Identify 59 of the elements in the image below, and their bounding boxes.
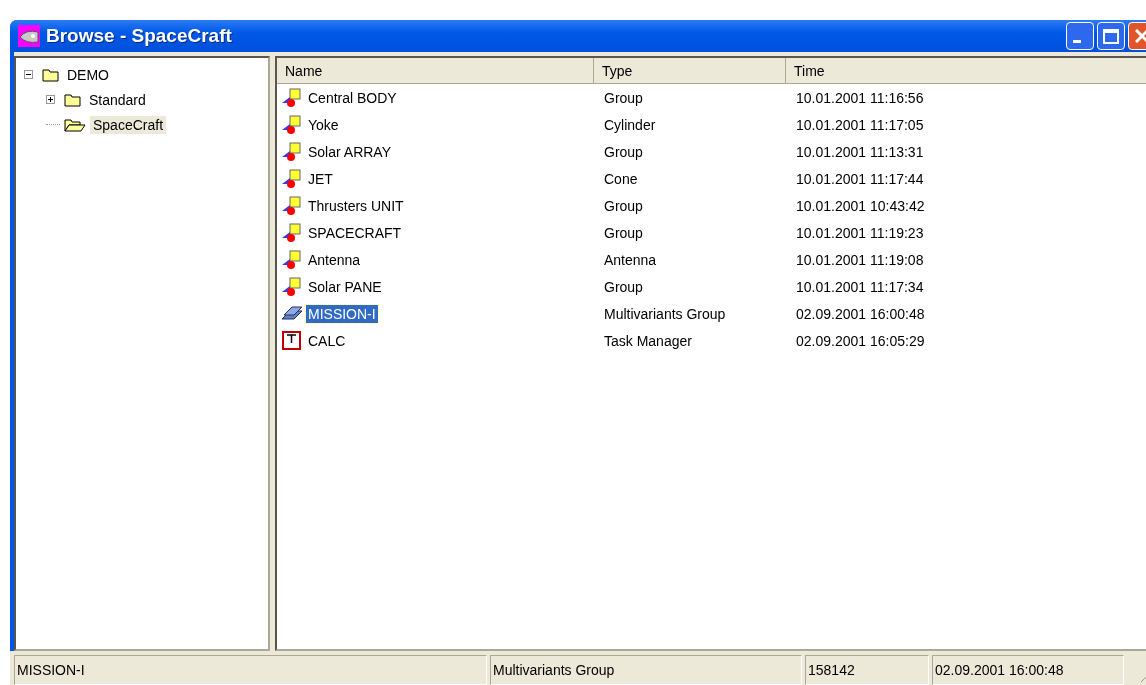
item-name[interactable]: Solar PANE xyxy=(306,277,384,296)
table-cell-text: Group xyxy=(603,224,644,241)
table-cell-text: Group xyxy=(603,278,644,295)
object-icon xyxy=(281,114,303,135)
maximize-button[interactable] xyxy=(1097,22,1125,50)
task-icon xyxy=(281,330,303,351)
object-icon xyxy=(281,141,303,162)
column-header[interactable]: Time xyxy=(786,58,1146,84)
item-name[interactable]: Antenna xyxy=(306,250,363,269)
object-icon xyxy=(281,276,303,297)
item-name[interactable]: JET xyxy=(306,169,335,188)
item-name[interactable]: SPACECRAFT xyxy=(306,223,404,242)
table-cell-text: 10.01.2001 11:17:44 xyxy=(795,170,925,187)
table-cell-text: 10.01.2001 10:43:42 xyxy=(795,197,926,214)
status-field: MISSION-I xyxy=(14,655,487,685)
table-cell-text: Cylinder xyxy=(603,116,657,133)
object-icon xyxy=(281,87,303,108)
item-name[interactable]: Solar ARRAY xyxy=(306,142,393,161)
status-field: Multivariants Group xyxy=(490,655,802,685)
folder-icon xyxy=(64,92,82,107)
table-cell-text: Group xyxy=(603,89,644,106)
window-title: Browse - SpaceCraft xyxy=(46,25,233,47)
minimize-button[interactable] xyxy=(1066,22,1094,50)
item-name[interactable]: MISSION-I xyxy=(306,304,378,323)
status-field: 02.09.2001 16:00:48 xyxy=(932,655,1124,685)
object-icon xyxy=(281,168,303,189)
minimize-icon xyxy=(1073,39,1081,43)
item-name[interactable]: Thrusters UNIT xyxy=(306,196,406,215)
tree-item[interactable]: SpaceCraft xyxy=(90,115,167,134)
column-header[interactable]: Type xyxy=(594,58,786,84)
table-cell-text: 10.01.2001 11:13:31 xyxy=(795,143,925,160)
object-icon xyxy=(281,222,303,243)
table-cell-text: 10.01.2001 11:19:23 xyxy=(795,224,925,241)
close-icon xyxy=(1135,29,1146,43)
table-cell-text: Group xyxy=(603,143,644,160)
table-cell-text: Group xyxy=(603,197,644,214)
object-icon xyxy=(281,195,303,216)
table-cell-text: 10.01.2001 11:16:56 xyxy=(795,89,925,106)
tree-item[interactable]: Standard xyxy=(86,90,149,109)
table-cell-text: 10.01.2001 11:19:08 xyxy=(795,251,925,268)
object-icon xyxy=(281,249,303,270)
table-cell-text: Antenna xyxy=(603,251,658,268)
maximize-icon xyxy=(1103,28,1119,44)
app-icon xyxy=(18,25,40,47)
table-cell-text: Cone xyxy=(603,170,639,187)
column-header[interactable]: Name xyxy=(277,58,594,84)
table-cell-text: 02.09.2001 16:05:29 xyxy=(795,332,926,349)
table-cell-text: 02.09.2001 16:00:48 xyxy=(795,305,926,322)
item-name[interactable]: Central BODY xyxy=(306,88,399,107)
table-cell-text: Multivariants Group xyxy=(603,305,727,322)
table-cell-text: 10.01.2001 11:17:34 xyxy=(795,278,925,295)
folder-icon xyxy=(42,67,60,82)
table-cell-text: 10.01.2001 11:17:05 xyxy=(795,116,925,133)
open-folder-icon xyxy=(64,117,86,132)
item-name[interactable]: Yoke xyxy=(306,115,341,134)
tree-item[interactable]: DEMO xyxy=(64,65,112,84)
item-name[interactable]: CALC xyxy=(306,331,348,350)
status-field: 158142 xyxy=(805,655,929,685)
table-cell-text: Task Manager xyxy=(603,332,693,349)
